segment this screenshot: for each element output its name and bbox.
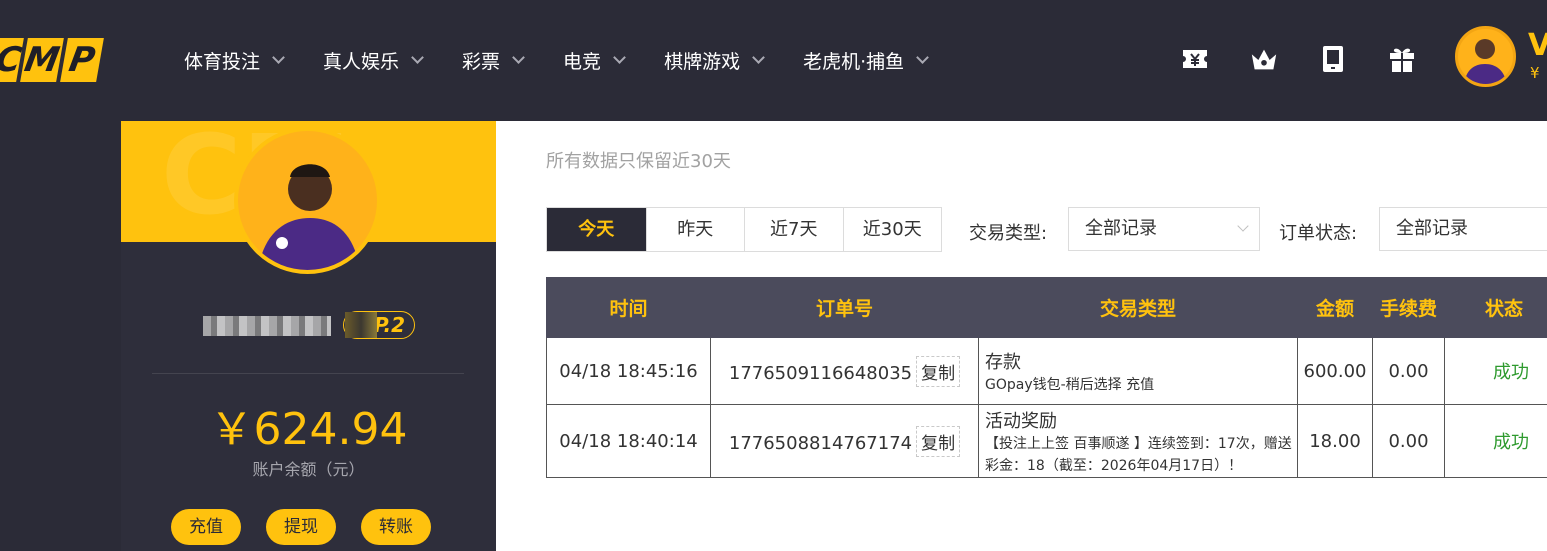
user-currency: ¥ [1530,64,1540,82]
brand-logo[interactable]: C M P [0,38,104,82]
table-row: 04/18 18:40:14 1776508814767174 复制 活动奖励 【… [546,404,1547,478]
deposit-button[interactable]: 充值 [171,509,241,545]
cell-time: 04/18 18:45:16 [546,337,711,405]
logo-letter: M [20,38,64,82]
cell-amount: 600.00 [1297,337,1373,405]
cell-order-no: 1776509116648035 复制 [710,337,979,405]
trade-type-detail: GOpay钱包-稍后选择 充值 [985,377,1155,393]
nav-item-sports[interactable]: 体育投注 [184,46,285,74]
nav-item-live-casino[interactable]: 真人娱乐 [323,46,424,74]
nav-item-slots-fishing[interactable]: 老虎机·捕鱼 [803,46,929,74]
username [203,316,331,336]
order-number: 1776509116648035 [728,362,913,384]
crown-icon[interactable] [1249,44,1279,74]
col-fee: 手续费 [1372,277,1445,338]
col-order-no: 订单号 [710,277,979,338]
order-status-value: 全部记录 [1396,218,1468,239]
top-navbar: C M P 体育投注 真人娱乐 彩票 电竞 棋牌游戏 老虎机·捕鱼 V ¥ [0,0,1547,121]
range-today[interactable]: 今天 [547,208,646,251]
retention-note: 所有数据只保留近30天 [546,151,731,172]
trade-type-title: 存款 [985,352,1021,373]
chevron-down-icon [1237,220,1249,232]
tablet-icon[interactable] [1318,44,1348,74]
trade-type-title: 活动奖励 [985,411,1057,432]
orders-table: 时间 订单号 交易类型 金额 手续费 状态 04/18 18:45:16 177… [546,277,1547,478]
profile-avatar [234,127,381,274]
cell-amount: 18.00 [1297,404,1373,478]
user-vip-prefix: V [1528,28,1547,63]
trade-type-select[interactable]: 全部记录 [1068,207,1260,251]
divider [152,373,464,374]
chevron-down-icon [411,50,424,64]
range-7-days[interactable]: 近7天 [744,208,843,251]
nav-label: 棋牌游戏 [664,50,741,73]
chevron-down-icon [512,50,525,64]
balance-label: 账户余额（元） [252,460,365,479]
col-status: 状态 [1444,277,1547,338]
trade-type-label: 交易类型: [969,223,1048,244]
cell-status: 成功 [1444,337,1547,405]
col-amount: 金额 [1297,277,1373,338]
cell-trade-type: 存款 GOpay钱包-稍后选择 充值 [978,337,1298,405]
chevron-down-icon [613,50,626,64]
nav-label: 真人娱乐 [323,50,400,73]
nav-item-esports[interactable]: 电竞 [563,46,626,74]
nav-label: 体育投注 [184,50,261,73]
range-yesterday[interactable]: 昨天 [645,208,745,251]
table-header-row: 时间 订单号 交易类型 金额 手续费 状态 [546,277,1547,338]
nav-item-card-games[interactable]: 棋牌游戏 [664,46,765,74]
logo-letter: P [60,38,104,82]
transfer-button[interactable]: 转账 [361,509,431,545]
col-trade-type: 交易类型 [978,277,1298,338]
nav-label: 老虎机·捕鱼 [803,50,905,73]
cell-time: 04/18 18:40:14 [546,404,711,478]
vip-badge-icon [345,312,377,338]
user-avatar[interactable] [1455,26,1516,87]
main-nav: 体育投注 真人娱乐 彩票 电竞 棋牌游戏 老虎机·捕鱼 [184,46,967,74]
order-status-select[interactable]: 全部记录 [1379,207,1547,251]
cell-trade-type: 活动奖励 【投注上上签 百事顺遂 】连续签到：17次，赠送彩金：18（截至：20… [978,404,1298,478]
trade-type-value: 全部记录 [1085,218,1157,239]
date-range-tabs: 今天 昨天 近7天 近30天 [546,207,942,252]
range-30-days[interactable]: 近30天 [842,208,942,251]
withdraw-button[interactable]: 提现 [266,509,336,545]
order-number: 1776508814767174 [728,432,913,454]
wallet-actions: 充值 提现 转账 [171,509,456,545]
col-time: 时间 [546,277,711,338]
transaction-records: 所有数据只保留近30天 今天 昨天 近7天 近30天 交易类型: 全部记录 订单… [496,121,1547,551]
nav-item-lottery[interactable]: 彩票 [462,46,525,74]
copy-button[interactable]: 复制 [916,355,961,387]
gift-icon[interactable] [1387,44,1417,74]
chevron-down-icon [752,50,765,64]
balance-amount: ￥624.94 [209,404,408,455]
cell-order-no: 1776508814767174 复制 [710,404,979,478]
header-icons [1180,44,1456,74]
trade-type-detail: 【投注上上签 百事顺遂 】连续签到：17次，赠送彩金：18（截至：2026年04… [985,436,1292,474]
cell-status: 成功 [1444,404,1547,478]
profile-panel: CM P.2 ￥624.94 账户余额（元） 充值 提现 转账 [121,121,496,551]
chevron-down-icon [916,50,929,64]
cell-fee: 0.00 [1372,337,1445,405]
nav-label: 电竞 [563,50,602,73]
copy-button[interactable]: 复制 [916,425,961,457]
yen-ticket-icon[interactable] [1180,44,1210,74]
chevron-down-icon [272,50,285,64]
nav-label: 彩票 [462,50,501,73]
order-status-label: 订单状态: [1279,223,1358,244]
cell-fee: 0.00 [1372,404,1445,478]
table-row: 04/18 18:45:16 1776509116648035 复制 存款 GOp… [546,337,1547,405]
